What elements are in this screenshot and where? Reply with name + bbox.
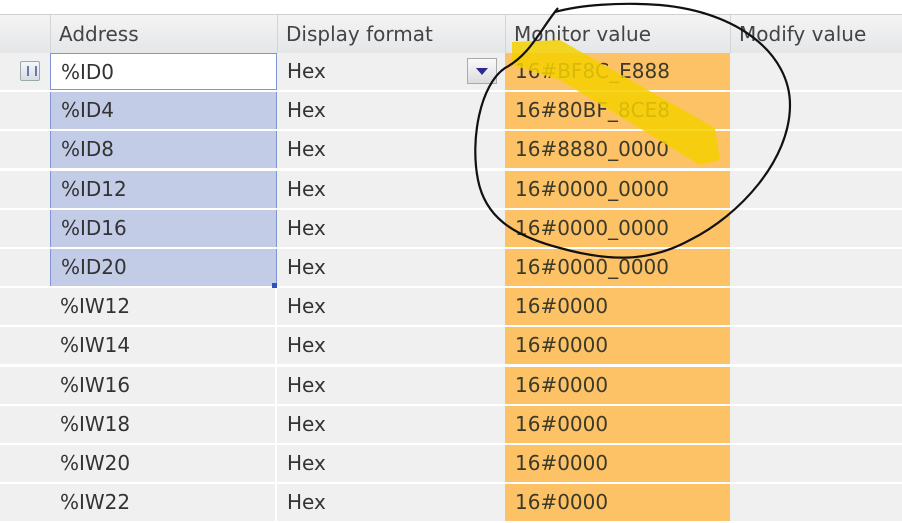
row-marker-cell[interactable]	[0, 249, 50, 286]
display-format-cell[interactable]: Hex	[277, 171, 505, 208]
row-edit-icon[interactable]	[20, 61, 40, 81]
address-cell[interactable]: %ID8	[50, 131, 277, 169]
table-row[interactable]: %ID4 Hex 16#80BF_8CE8	[0, 92, 902, 132]
address-cell[interactable]: %ID4	[50, 92, 277, 130]
modify-value-cell[interactable]	[730, 406, 902, 443]
table-row[interactable]: %IW16 Hex 16#0000	[0, 366, 902, 406]
address-cell[interactable]: %ID16	[50, 209, 277, 247]
monitor-value-cell: 16#0000	[505, 484, 730, 522]
selection-resize-handle[interactable]	[272, 283, 277, 288]
display-format-cell[interactable]: Hex	[277, 288, 505, 325]
address-cell[interactable]: %IW14	[50, 327, 277, 365]
modify-value-cell[interactable]	[730, 327, 902, 364]
display-format-cell[interactable]: Hex	[277, 131, 505, 168]
table-row[interactable]: %IW14 Hex 16#0000	[0, 327, 902, 367]
header-display-format[interactable]: Display format	[277, 15, 505, 53]
table-row[interactable]: %IW22 Hex 16#0000	[0, 484, 902, 523]
table-row[interactable]: %ID8 Hex 16#8880_0000	[0, 131, 902, 171]
row-marker-cell[interactable]	[0, 53, 50, 90]
display-format-cell[interactable]: Hex	[277, 327, 505, 364]
address-cell[interactable]: %IW12	[50, 288, 277, 326]
row-marker-cell[interactable]	[0, 131, 50, 168]
table-row[interactable]: %ID12 Hex 16#0000_0000	[0, 170, 902, 210]
monitor-value-cell: 16#0000_0000	[505, 170, 730, 208]
display-format-cell[interactable]: Hex	[277, 484, 505, 521]
modify-value-cell[interactable]	[730, 171, 902, 208]
header-address[interactable]: Address	[50, 15, 277, 53]
display-format-cell[interactable]: Hex	[277, 92, 505, 129]
monitor-value-cell: 16#BF8C_E888	[505, 53, 730, 90]
row-marker-cell[interactable]	[0, 445, 50, 482]
modify-value-cell[interactable]	[730, 131, 902, 168]
monitor-value-cell: 16#80BF_8CE8	[505, 92, 730, 130]
table-row[interactable]: %ID16 Hex 16#0000_0000	[0, 209, 902, 249]
monitor-value-cell: 16#0000	[505, 445, 730, 482]
modify-value-cell[interactable]	[730, 288, 902, 325]
address-cell[interactable]: %ID20	[50, 249, 277, 286]
modify-value-cell[interactable]	[730, 210, 902, 247]
address-cell[interactable]: %ID12	[50, 170, 277, 208]
modify-value-cell[interactable]	[730, 367, 902, 404]
row-marker-cell[interactable]	[0, 210, 50, 247]
monitor-value-cell: 16#0000	[505, 288, 730, 326]
row-marker-cell[interactable]	[0, 92, 50, 129]
table-row[interactable]: %ID20 Hex 16#0000_0000	[0, 249, 902, 288]
address-cell[interactable]: %ID0	[50, 53, 277, 90]
table-header: Address Display format Monitor value Mod…	[0, 14, 902, 54]
modify-value-cell[interactable]	[730, 484, 902, 521]
modify-value-cell[interactable]	[730, 445, 902, 482]
monitor-value-cell: 16#0000	[505, 366, 730, 404]
display-format-cell[interactable]: Hex	[277, 249, 505, 286]
header-modify-value[interactable]: Modify value	[730, 15, 902, 53]
monitor-value-cell: 16#0000	[505, 405, 730, 443]
display-format-cell[interactable]: Hex	[277, 406, 505, 443]
monitor-value-cell: 16#8880_0000	[505, 131, 730, 169]
row-marker-cell[interactable]	[0, 484, 50, 521]
header-row-marker	[0, 15, 50, 53]
address-cell[interactable]: %IW20	[50, 445, 277, 482]
table-row[interactable]: %IW12 Hex 16#0000	[0, 288, 902, 328]
table-row[interactable]: %IW20 Hex 16#0000	[0, 445, 902, 484]
header-monitor-value[interactable]: Monitor value	[505, 15, 730, 53]
address-cell[interactable]: %IW18	[50, 405, 277, 443]
display-format-cell[interactable]: Hex	[277, 210, 505, 247]
table-row[interactable]: %ID0 Hex 16#BF8C_E888	[0, 53, 902, 92]
table-row[interactable]: %IW18 Hex 16#0000	[0, 405, 902, 445]
display-format-cell[interactable]: Hex	[277, 445, 505, 482]
monitor-value-cell: 16#0000	[505, 327, 730, 365]
address-cell[interactable]: %IW22	[50, 484, 277, 522]
display-format-cell[interactable]: Hex	[277, 367, 505, 404]
modify-value-cell[interactable]	[730, 249, 902, 286]
row-marker-cell[interactable]	[0, 406, 50, 443]
row-marker-cell[interactable]	[0, 367, 50, 404]
monitor-value-cell: 16#0000_0000	[505, 209, 730, 247]
monitor-value-cell: 16#0000_0000	[505, 249, 730, 286]
modify-value-cell[interactable]	[730, 53, 902, 90]
row-marker-cell[interactable]	[0, 171, 50, 208]
row-marker-cell[interactable]	[0, 327, 50, 364]
modify-value-cell[interactable]	[730, 92, 902, 129]
format-dropdown-button[interactable]	[467, 58, 497, 84]
row-marker-cell[interactable]	[0, 288, 50, 325]
address-cell[interactable]: %IW16	[50, 366, 277, 404]
